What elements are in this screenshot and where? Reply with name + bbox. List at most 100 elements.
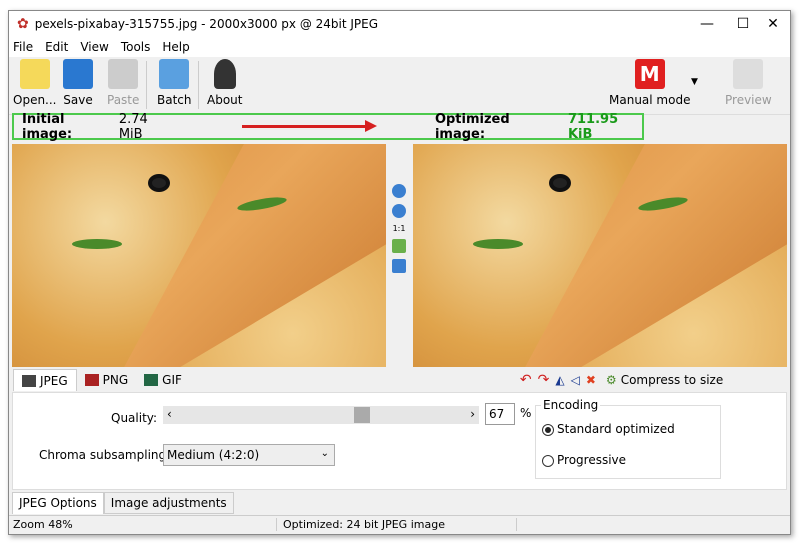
quality-slider[interactable]: ‹ › [163,406,479,424]
minimize-button[interactable]: — [689,11,725,37]
compress-icon: ⚙ [605,373,617,387]
person-icon [213,59,236,89]
zoom-out-icon[interactable] [392,204,406,218]
slider-thumb[interactable] [354,407,371,423]
window-title: pexels-pixabay-315755.jpg - 2000x3000 px… [34,17,379,31]
chroma-value: Medium (4:2:0) [167,448,260,462]
toolbar-separator [146,61,147,109]
format-tabs: JPEG PNG GIF ↶ ↷ ◭ ◁ ✖ ⚙ Compress to siz… [9,368,790,392]
optimized-image-view[interactable] [413,144,787,367]
preview-label: Preview [725,93,772,107]
arugula-leaf [72,239,122,249]
menu-help[interactable]: Help [162,40,189,54]
optimized-label: Optimized image: [434,111,510,142]
title-bar: ✿ pexels-pixabay-315755.jpg - 2000x3000 … [9,11,790,37]
open-label: Open... [13,93,57,107]
tab-jpeg-options[interactable]: JPEG Options [12,492,104,514]
status-info: Optimized: 24 bit JPEG image [283,518,517,531]
optimized-size: 711.95 KiB [567,111,619,142]
crop-icon[interactable]: ✖ [586,373,596,387]
options-tabs: JPEG Options Image adjustments [12,492,234,514]
size-comparison-bar: Initial image: 2.74 MiB Optimized image:… [12,111,644,142]
original-image-view[interactable] [12,144,386,367]
view-tools: 1:1 [386,144,412,367]
manual-mode-button[interactable]: M Manual mode [609,59,690,107]
encoding-group: Encoding Standard optimized Progressive [535,398,721,479]
encoding-title: Encoding [541,398,601,412]
rotate-left-icon[interactable]: ↶ [520,372,532,388]
actual-size-button[interactable]: 1:1 [393,224,406,233]
menu-edit[interactable]: Edit [45,40,68,54]
flip-vertical-icon[interactable]: ◁ [571,373,580,387]
tab-label: PNG [102,373,129,387]
compress-to-size-button[interactable]: Compress to size [621,373,724,387]
initial-size: 2.74 MiB [118,111,148,142]
jpeg-icon [22,374,36,387]
jpeg-options-panel: Quality: ‹ › 67 % Chroma subsampling: Me… [12,392,787,490]
slider-right-arrow[interactable]: › [470,407,475,421]
open-button[interactable]: Open... [13,59,57,107]
radio-checked-icon [542,423,554,436]
app-icon: ✿ [17,16,29,32]
tab-image-adjustments[interactable]: Image adjustments [103,492,234,514]
about-button[interactable]: About [207,59,242,107]
fit-window-icon[interactable] [392,239,406,253]
rotate-right-icon[interactable]: ↷ [538,372,550,388]
zoom-in-icon[interactable] [392,184,406,198]
initial-label: Initial image: [22,111,73,142]
png-icon [84,374,99,386]
folder-open-icon [19,59,50,89]
status-zoom: Zoom 48% [13,518,277,531]
quality-input[interactable]: 67 [485,403,515,425]
status-bar: Zoom 48% Optimized: 24 bit JPEG image [9,515,790,533]
split-view-icon[interactable] [392,259,406,273]
gif-icon [144,374,159,386]
radio-progressive[interactable]: Progressive [542,453,626,467]
paste-icon [108,59,139,89]
chroma-label: Chroma subsampling: [39,448,171,462]
radio-unchecked-icon [542,454,554,467]
olive [549,174,571,192]
tab-label: JPEG [40,373,68,388]
flip-horizontal-icon[interactable]: ◭ [555,373,564,387]
close-button[interactable]: ✕ [755,11,791,37]
floppy-save-icon [63,59,93,89]
quality-unit: % [520,406,532,420]
olive [148,174,170,192]
arugula-leaf [637,194,689,214]
quality-label: Quality: [111,411,158,425]
radio-standard[interactable]: Standard optimized [542,422,675,436]
slider-left-arrow[interactable]: ‹ [167,407,172,421]
magnifier-icon [733,59,764,89]
batch-label: Batch [157,93,192,107]
tab-gif[interactable]: GIF [136,369,190,391]
mode-dropdown-icon[interactable]: ▼ [691,77,698,87]
manual-mode-icon: M [634,59,665,89]
tab-jpeg[interactable]: JPEG [13,369,77,391]
menu-bar: File Edit View Tools Help [9,37,790,57]
chroma-select[interactable]: Medium (4:2:0) ⌄ [163,444,335,466]
arugula-leaf [473,239,523,249]
screen: ✿ pexels-pixabay-315755.jpg - 2000x3000 … [0,0,800,544]
batch-icon [159,59,190,89]
menu-tools[interactable]: Tools [121,40,151,54]
menu-view[interactable]: View [80,40,108,54]
mode-label: Manual mode [609,93,691,107]
preview-button[interactable]: Preview [725,59,772,107]
save-button[interactable]: Save [63,59,93,107]
about-label: About [207,93,243,107]
save-label: Save [63,93,93,107]
radio-label: Standard optimized [557,422,675,436]
toolbar-separator [198,61,199,109]
tab-png[interactable]: PNG [77,369,137,391]
arugula-leaf [236,194,288,214]
paste-button[interactable]: Paste [107,59,139,107]
toolbar: Open... Save Paste Batch About M Manual m… [9,57,790,115]
radio-label: Progressive [557,453,627,467]
tab-label: GIF [162,373,182,387]
app-window: ✿ pexels-pixabay-315755.jpg - 2000x3000 … [8,10,791,535]
menu-file[interactable]: File [13,40,33,54]
paste-label: Paste [107,93,140,107]
chevron-down-icon: ⌄ [320,448,329,459]
batch-button[interactable]: Batch [157,59,192,107]
